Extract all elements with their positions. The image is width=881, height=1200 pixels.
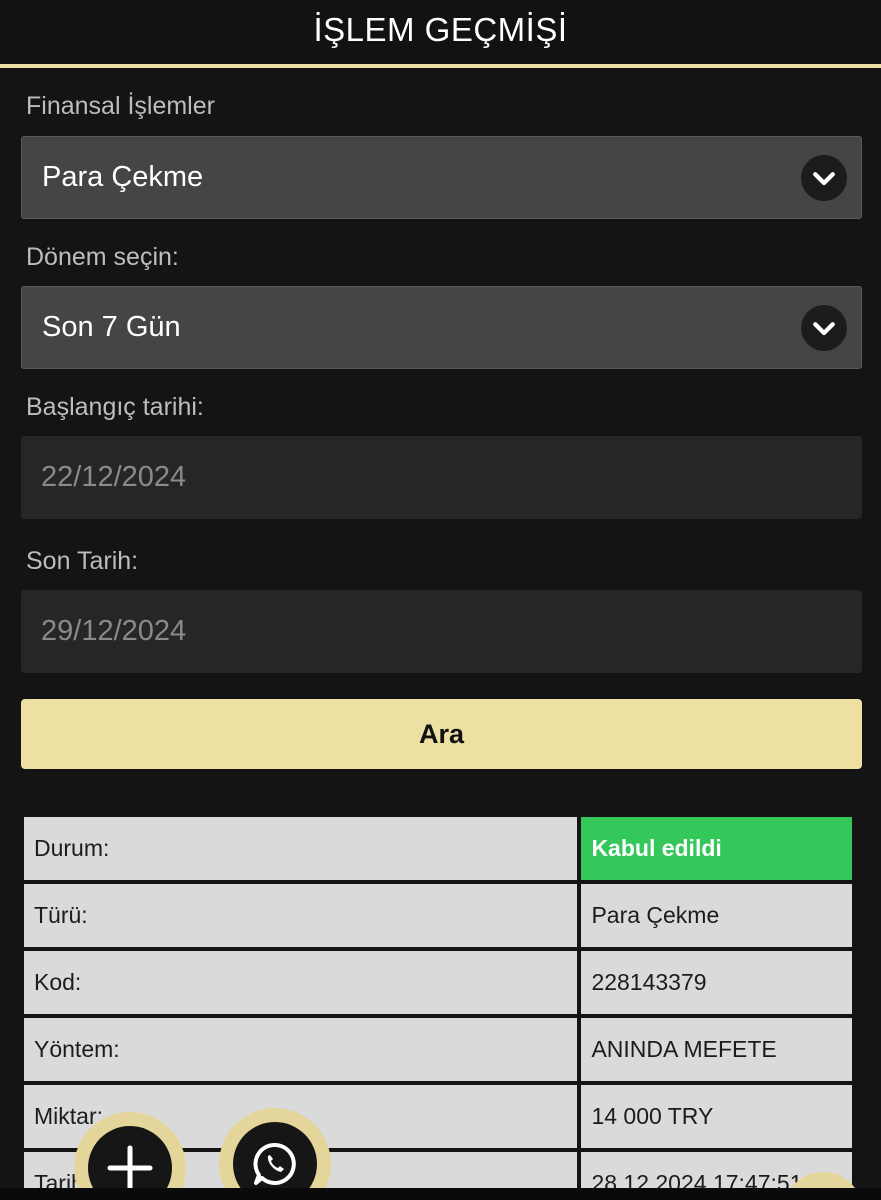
table-row: Durum: Kabul edildi [24,817,852,880]
code-key: Kod: [24,951,578,1014]
amount-value: 14 000 TRY [581,1085,852,1148]
start-date-value: 22/12/2024 [41,461,187,493]
app-header: İŞLEM GEÇMİŞİ [0,0,881,68]
end-date-value: 29/12/2024 [41,615,187,647]
whatsapp-icon [253,1142,296,1185]
start-date-label: Başlangıç tarihi: [26,393,204,421]
plus-icon [107,1145,153,1191]
type-key: Türü: [24,884,578,947]
period-label: Dönem seçin: [26,243,179,271]
status-key: Durum: [24,817,578,880]
table-row: Türü: Para Çekme [24,884,852,947]
status-badge: Kabul edildi [581,817,852,880]
start-date-input[interactable]: 22/12/2024 [21,436,862,519]
end-date-input[interactable]: 29/12/2024 [21,590,862,673]
table-row: Kod: 228143379 [24,951,852,1014]
page-title: İŞLEM GEÇMİŞİ [313,11,568,48]
chevron-down-icon [801,154,847,201]
chevron-down-icon [801,304,847,351]
method-key: Yöntem: [24,1018,578,1081]
search-button[interactable]: Ara [21,699,862,769]
table-row: Yöntem: ANINDA MEFETE [24,1018,852,1081]
method-value: ANINDA MEFETE [581,1018,852,1081]
code-value: 228143379 [581,951,852,1014]
financial-transactions-value: Para Çekme [42,161,204,193]
end-date-label: Son Tarih: [26,547,139,575]
financial-transactions-label: Finansal İşlemler [26,92,215,120]
period-value: Son 7 Gün [42,311,181,343]
search-button-label: Ara [418,718,465,749]
transaction-history-page: İŞLEM GEÇMİŞİ Finansal İşlemler Para Çek… [0,0,881,1200]
financial-transactions-select[interactable]: Para Çekme [21,136,862,219]
period-select[interactable]: Son 7 Gün [21,286,862,369]
bottom-bar [0,1188,881,1200]
type-value: Para Çekme [581,884,852,947]
